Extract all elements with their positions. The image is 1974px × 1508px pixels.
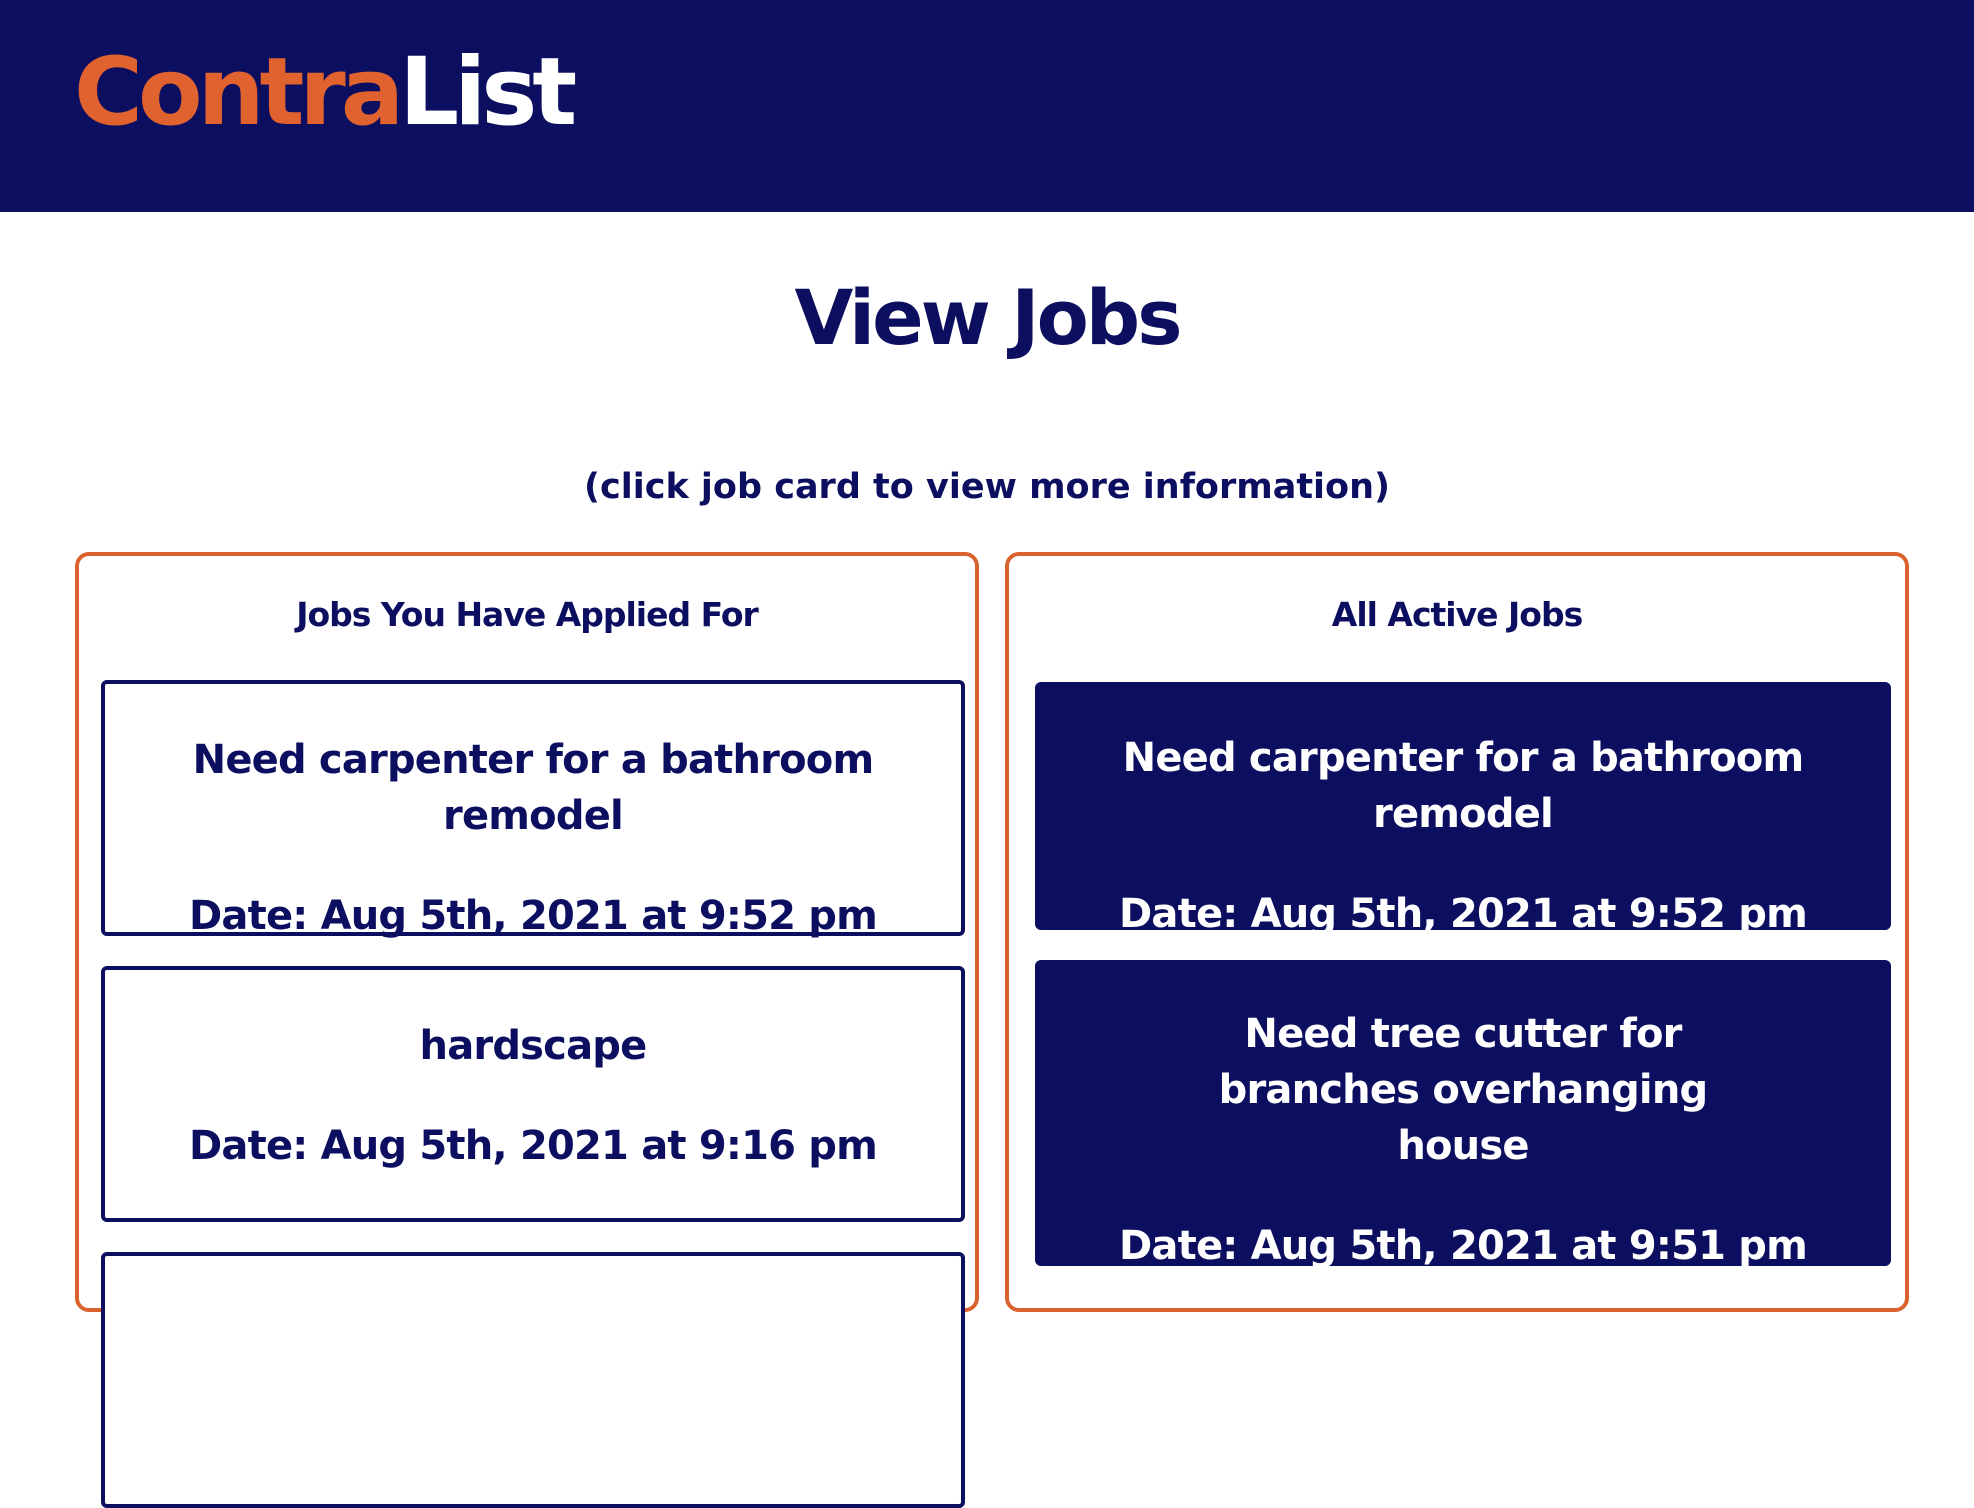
job-title: Need carpenter for a bathroom remodel xyxy=(1122,735,1805,837)
applied-job-card[interactable]: Need carpenter for a bathroom remodel Da… xyxy=(101,680,965,939)
job-date: Date: Aug 5th, 2021 at 9:51 pm xyxy=(1119,1223,1808,1269)
active-jobs-heading: All Active Jobs xyxy=(1331,595,1583,634)
page-title: View Jobs xyxy=(794,273,1183,362)
applied-job-card[interactable]: hardscape Date: Aug 5th, 2021 at 9:16 pm xyxy=(101,966,965,1222)
page-subtitle: (click job card to view more information… xyxy=(583,467,1391,507)
logo-contra-text: Contra xyxy=(74,38,404,147)
navbar: ContraList xyxy=(0,0,1974,212)
active-jobs-panel: All Active Jobs Need carpenter for a bat… xyxy=(1005,552,1909,1312)
job-date: Date: Aug 5th, 2021 at 9:52 pm xyxy=(1119,891,1808,937)
contralist-logo[interactable]: ContraList xyxy=(74,46,577,140)
logo-list-text: List xyxy=(399,38,577,147)
job-title: Need tree cutter for branches overhangin… xyxy=(1218,1011,1709,1169)
active-job-card[interactable]: Need carpenter for a bathroom remodel Da… xyxy=(1035,682,1891,937)
applied-jobs-panel: Jobs You Have Applied For Need carpenter… xyxy=(75,552,979,1508)
active-job-card[interactable]: Need tree cutter for branches overhangin… xyxy=(1035,960,1891,1269)
applied-job-card[interactable] xyxy=(101,1252,965,1508)
job-date: Date: Aug 5th, 2021 at 9:16 pm xyxy=(189,1123,878,1169)
job-date: Date: Aug 5th, 2021 at 9:52 pm xyxy=(189,893,878,939)
applied-jobs-heading: Jobs You Have Applied For xyxy=(296,595,759,634)
job-title: Need carpenter for a bathroom remodel xyxy=(192,737,875,839)
job-title: hardscape xyxy=(419,1023,648,1069)
